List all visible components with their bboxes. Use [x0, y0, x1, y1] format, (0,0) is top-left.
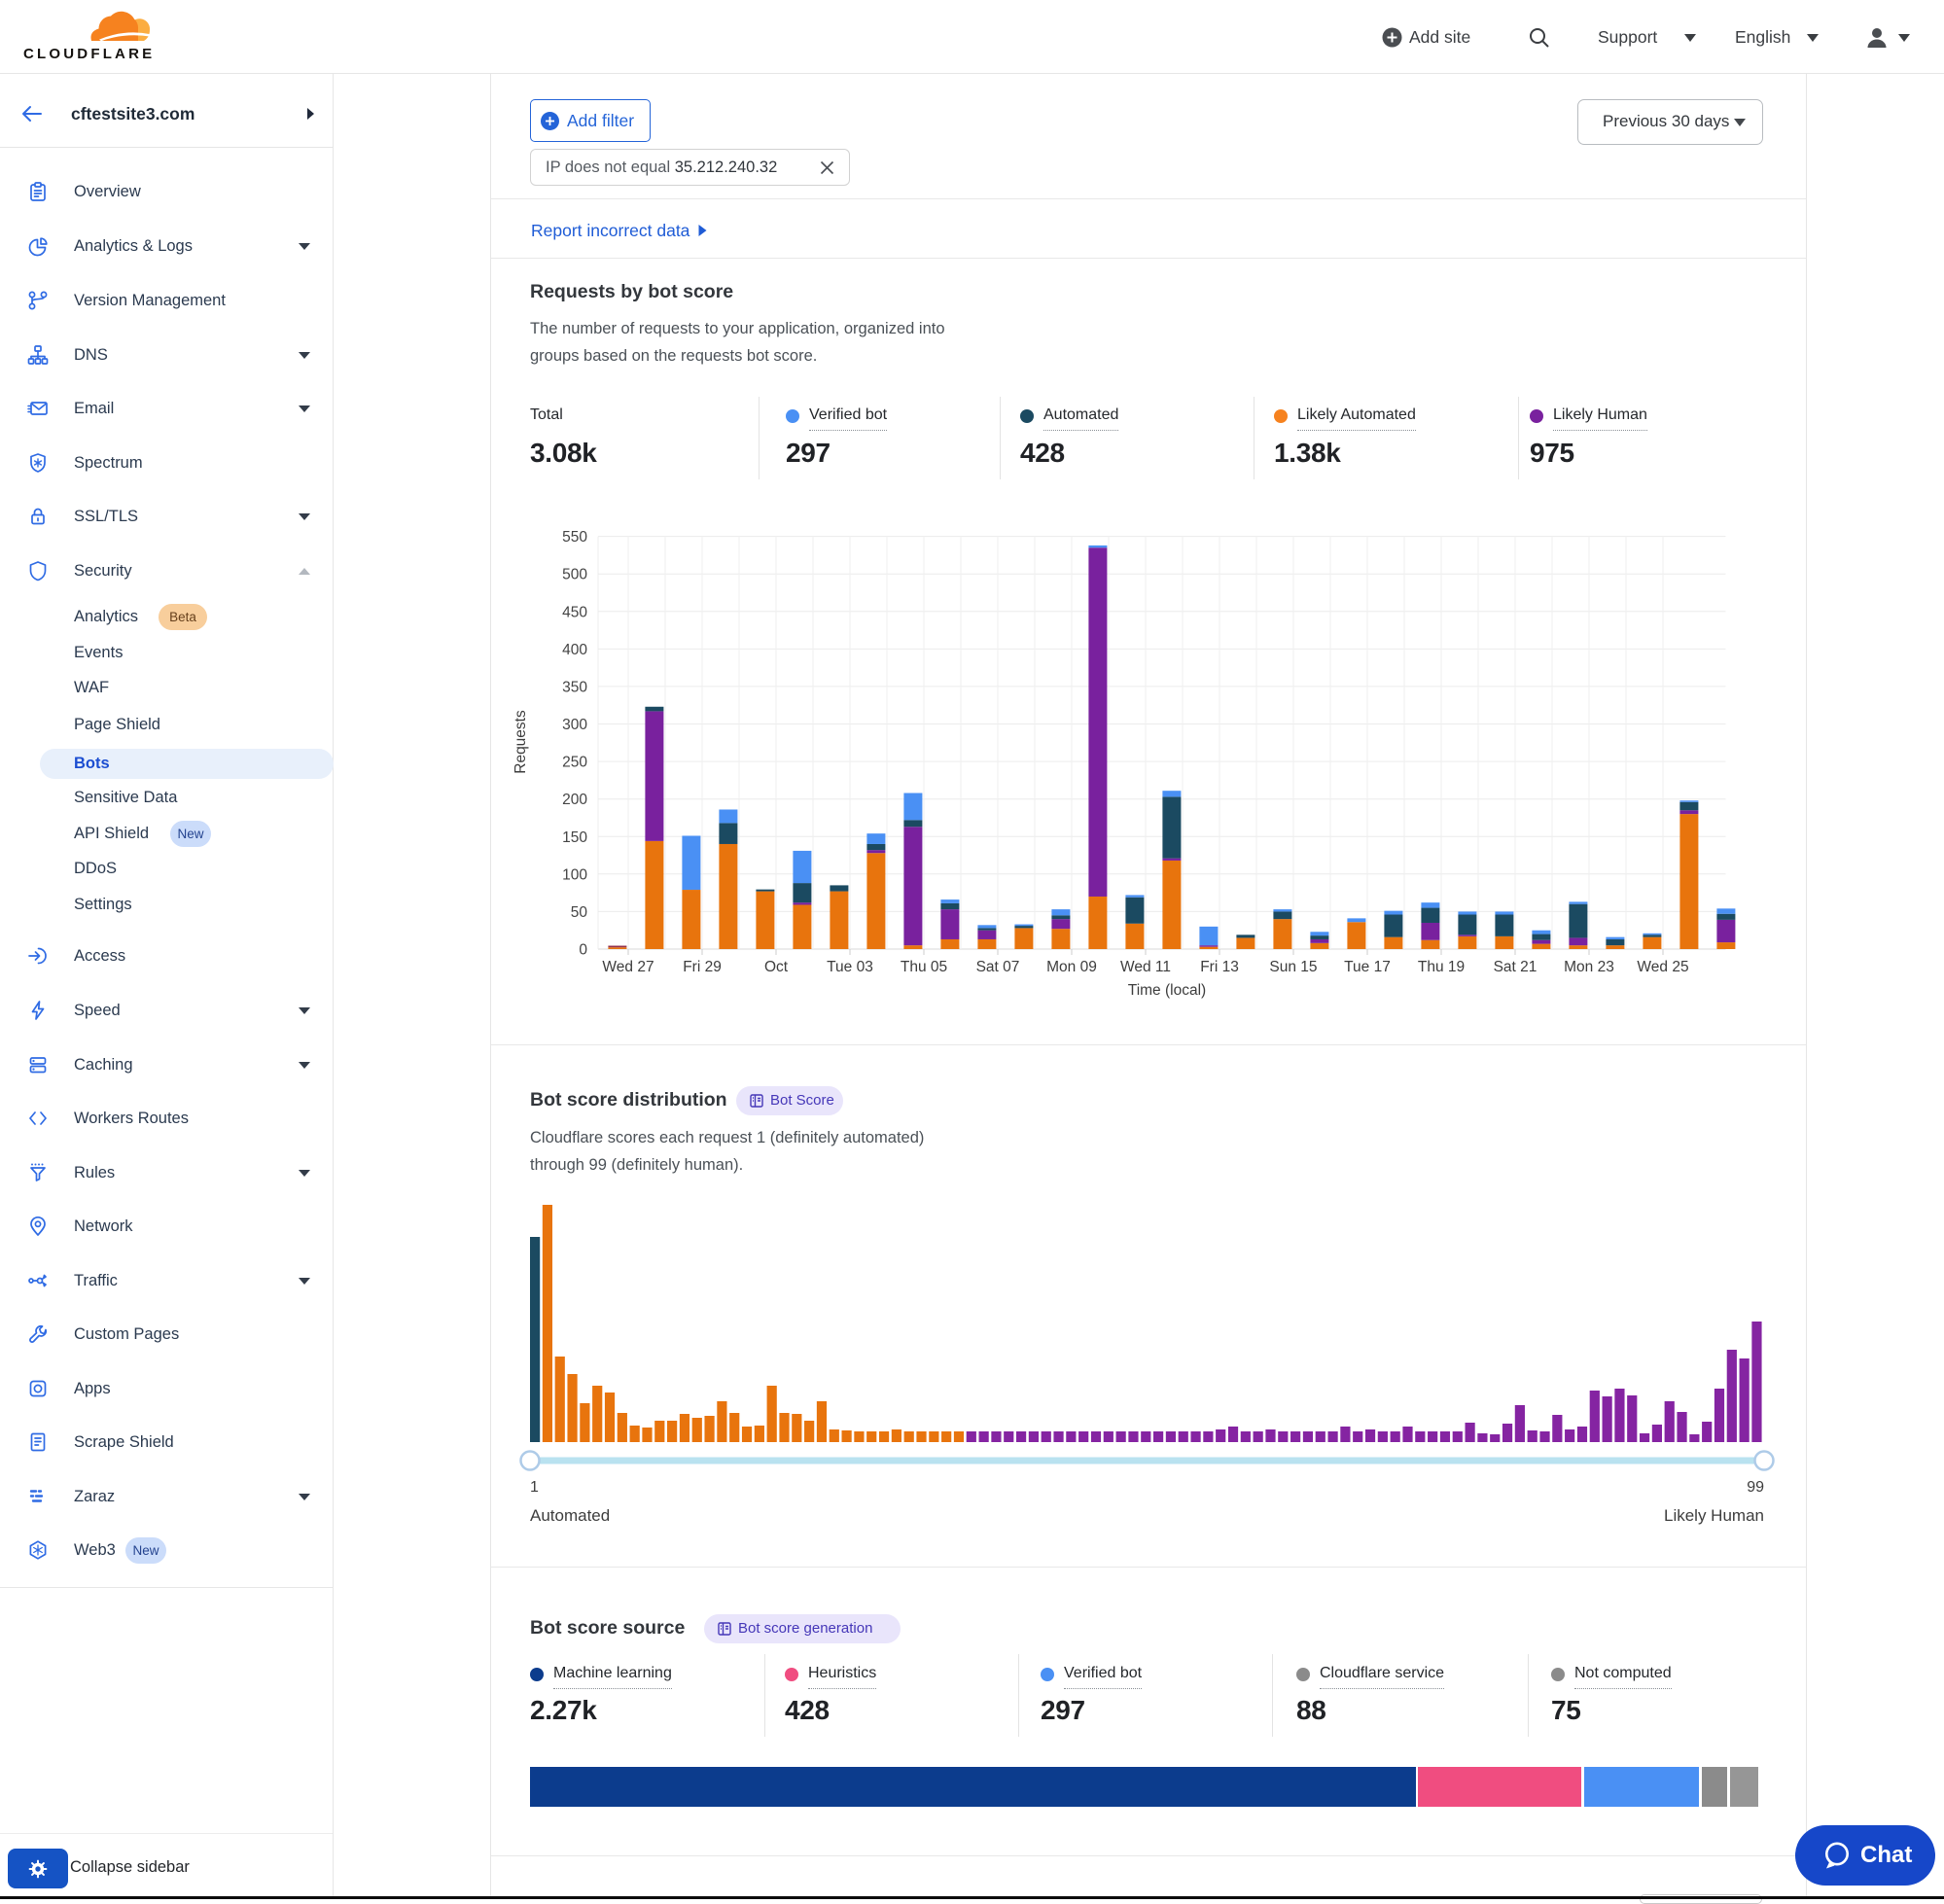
- svg-text:100: 100: [562, 866, 587, 883]
- svg-text:250: 250: [562, 755, 587, 771]
- svg-text:Requests: Requests: [513, 710, 529, 774]
- svg-text:450: 450: [562, 604, 587, 620]
- svg-text:150: 150: [562, 829, 587, 846]
- svg-text:Oct: Oct: [764, 959, 789, 975]
- svg-text:300: 300: [562, 717, 587, 733]
- svg-text:Automated: Automated: [530, 1506, 610, 1525]
- svg-text:Sat 21: Sat 21: [1494, 959, 1538, 975]
- svg-text:1: 1: [530, 1479, 539, 1496]
- svg-text:99: 99: [1747, 1479, 1764, 1496]
- svg-text:Wed 11: Wed 11: [1120, 959, 1171, 975]
- svg-text:Wed 25: Wed 25: [1637, 959, 1688, 975]
- svg-text:Fri 13: Fri 13: [1200, 959, 1239, 975]
- svg-text:Wed 27: Wed 27: [602, 959, 654, 975]
- svg-text:350: 350: [562, 679, 587, 695]
- svg-text:0: 0: [579, 942, 587, 959]
- svg-text:Mon 09: Mon 09: [1046, 959, 1097, 975]
- svg-text:Sat 07: Sat 07: [976, 959, 1020, 975]
- svg-text:Mon 23: Mon 23: [1564, 959, 1614, 975]
- svg-text:Likely Human: Likely Human: [1664, 1506, 1764, 1525]
- svg-text:400: 400: [562, 642, 587, 658]
- svg-text:Time (local): Time (local): [1128, 982, 1206, 999]
- svg-text:550: 550: [562, 529, 587, 546]
- svg-text:Sun 15: Sun 15: [1269, 959, 1317, 975]
- svg-text:Fri 29: Fri 29: [683, 959, 722, 975]
- svg-text:Thu 05: Thu 05: [901, 959, 947, 975]
- svg-text:Tue 03: Tue 03: [827, 959, 873, 975]
- svg-text:50: 50: [571, 904, 588, 921]
- svg-text:Thu 19: Thu 19: [1418, 959, 1465, 975]
- svg-text:Tue 17: Tue 17: [1344, 959, 1391, 975]
- svg-text:200: 200: [562, 792, 587, 808]
- svg-text:500: 500: [562, 567, 587, 583]
